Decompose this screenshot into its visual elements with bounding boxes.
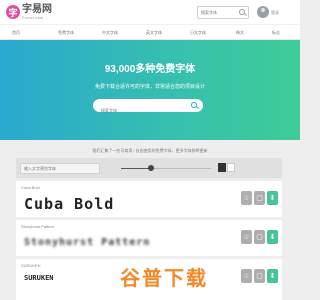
intro-text: 我们汇集了一些可商用 / 自由使用的免费字体，更多字体即将更新 [92, 148, 208, 153]
avatar[interactable] [257, 6, 269, 18]
preview-text-input[interactable] [20, 163, 100, 174]
download-icon[interactable]: ⬇ [267, 269, 278, 283]
size-slider-fill [121, 168, 151, 169]
view-icon[interactable]: ▢ [254, 191, 265, 205]
nav-item-japanese[interactable]: 日文字体 [190, 30, 206, 36]
search-icon[interactable] [191, 102, 197, 108]
hero-subtitle: 免费下载合适许可的字体，非常适合您的项目设计 [94, 84, 205, 90]
nav-item-english[interactable]: 英文字体 [146, 30, 162, 36]
size-slider[interactable] [121, 165, 211, 171]
nav-item-korean[interactable]: 韩文 [236, 30, 244, 36]
font-name[interactable]: Stonyhurst Pattern [21, 224, 54, 229]
header-search [197, 6, 249, 19]
search-icon[interactable] [239, 9, 245, 15]
view-icon[interactable]: ▢ [254, 230, 265, 244]
main-nav: 首页 免费字体 中文字体 英文字体 日文字体 韩文 标志 [0, 24, 300, 40]
favorite-icon[interactable]: ☆ [241, 269, 252, 283]
nav-item-home[interactable]: 首页 [12, 30, 20, 36]
hero-search-input[interactable] [93, 104, 188, 117]
download-icon[interactable]: ⬇ [267, 191, 278, 205]
logo-name: 字易网 [22, 3, 52, 15]
favorite-icon[interactable]: ☆ [241, 191, 252, 205]
nav-item-logo[interactable]: 标志 [272, 30, 280, 36]
font-preview: SURUKEN [24, 274, 54, 282]
nav-item-free[interactable]: 免费字体 [58, 30, 74, 36]
font-preview: Stonyhurst Pattern [24, 237, 151, 248]
login-link[interactable]: 登录 [271, 10, 279, 16]
font-card[interactable]: Stonyhurst Pattern Stonyhurst Pattern ☆ … [16, 220, 282, 256]
nav-item-chinese[interactable]: 中文字体 [102, 30, 118, 36]
hero-search [93, 99, 203, 117]
site-logo[interactable]: 字 字易网 Fontzi.com [6, 3, 58, 21]
color-swatch-black[interactable] [218, 163, 226, 172]
download-icon[interactable]: ⬇ [267, 230, 278, 244]
view-icon[interactable]: ▢ [254, 269, 265, 283]
font-preview: Cuba Bold [24, 195, 115, 213]
favorite-icon[interactable]: ☆ [241, 230, 252, 244]
watermark: 谷普下载 [120, 268, 208, 290]
font-name[interactable]: SURUKEN [21, 263, 41, 268]
color-swatch-white[interactable] [227, 163, 235, 172]
size-slider-handle[interactable] [147, 165, 154, 171]
hero-banner: 93,000多种免费字体 免费下载合适许可的字体，非常适合您的项目设计 [0, 40, 300, 140]
header-search-input[interactable] [198, 7, 238, 18]
logo-icon: 字 [6, 5, 20, 19]
page: 字 字易网 Fontzi.com 登录 首页 免费字体 中文字体 英文字体 日文… [0, 0, 300, 300]
hero-title: 93,000多种免费字体 [104, 64, 196, 75]
logo-domain: Fontzi.com [22, 14, 44, 20]
header: 字 字易网 Fontzi.com 登录 [0, 0, 300, 24]
preview-toolbar [16, 158, 282, 178]
font-card[interactable]: Cuba Bold Cuba Bold ☆ ▢ ⬇ [16, 181, 282, 217]
font-name[interactable]: Cuba Bold [21, 185, 40, 190]
